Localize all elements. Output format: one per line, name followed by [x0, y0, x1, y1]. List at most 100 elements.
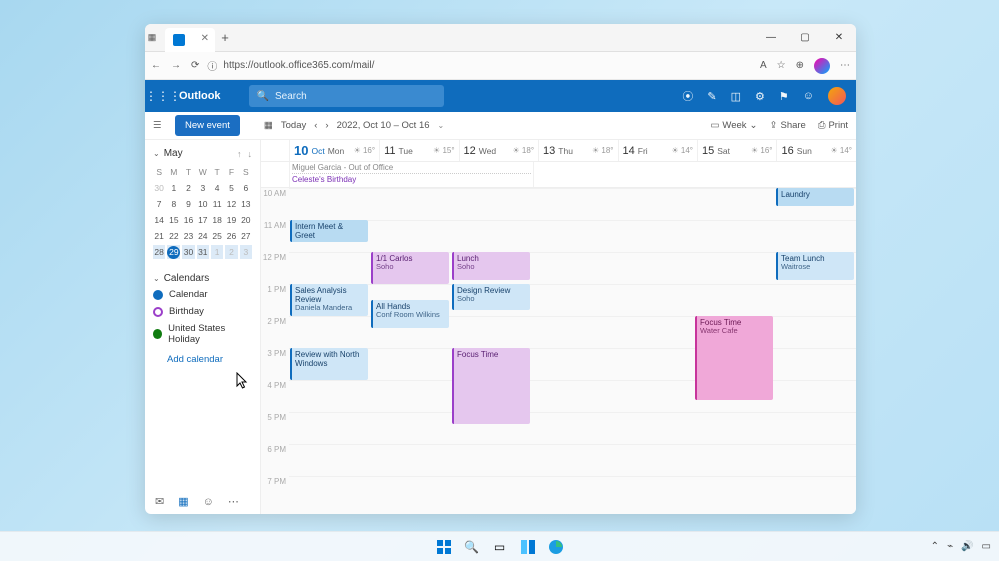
- mini-next-icon[interactable]: ↓: [248, 149, 253, 159]
- chevron-down-icon: ⌄: [153, 149, 160, 158]
- view-selector[interactable]: ▭ Week ⌄: [710, 120, 757, 131]
- meet-now-icon[interactable]: ⦿: [682, 88, 693, 104]
- chevron-down-icon[interactable]: ⌄: [438, 121, 445, 130]
- maximize-button[interactable]: ▢: [788, 24, 822, 52]
- sidebar: ⌄ May ↑ ↓ SMTWTFS30123456789101112131415…: [145, 140, 261, 514]
- brand-label: Outlook: [177, 90, 221, 102]
- calendar-list-item[interactable]: United States Holiday: [151, 320, 254, 348]
- settings-icon[interactable]: ⚙: [755, 90, 765, 103]
- taskbar: 🔍 ▭ ⌃ ⌁ 🔊 ▭: [0, 531, 999, 561]
- day-header[interactable]: 15Sat☀ 16°: [697, 140, 776, 161]
- prev-week-button[interactable]: ‹: [314, 120, 317, 131]
- tray-chevron-icon[interactable]: ⌃: [931, 541, 939, 552]
- mini-prev-icon[interactable]: ↑: [237, 149, 242, 159]
- close-window-button[interactable]: ✕: [822, 24, 856, 52]
- search-box[interactable]: 🔍 Search: [249, 85, 444, 107]
- help-icon[interactable]: ☺: [803, 90, 814, 102]
- day-header[interactable]: 12Wed☀ 18°: [459, 140, 538, 161]
- command-bar: ☰ New event ▦ Today ‹ › 2022, Oct 10 – O…: [145, 112, 856, 140]
- calendar-event[interactable]: Laundry: [776, 188, 854, 206]
- user-avatar[interactable]: [828, 87, 846, 105]
- url-text: https://outlook.office365.com/mail/: [223, 60, 374, 71]
- titlebar: ▦ ✕ + — ▢ ✕: [145, 24, 856, 52]
- battery-icon[interactable]: ▭: [982, 541, 991, 552]
- calendar-event[interactable]: LunchSoho: [452, 252, 530, 280]
- allday-event[interactable]: Celeste's Birthday: [292, 175, 531, 184]
- day-header[interactable]: 11Tue☀ 15°: [379, 140, 458, 161]
- browser-window: ▦ ✕ + — ▢ ✕ ← → ⟳ ⓘ https://outlook.offi…: [145, 24, 856, 514]
- system-tray[interactable]: ⌃ ⌁ 🔊 ▭: [931, 541, 991, 552]
- new-event-button[interactable]: New event: [175, 115, 240, 136]
- calendar-event[interactable]: Design ReviewSoho: [452, 284, 530, 310]
- search-icon: 🔍: [257, 91, 269, 102]
- chevron-down-icon: ⌄: [153, 274, 160, 283]
- mini-calendar[interactable]: SMTWTFS301234567891011121314151617181920…: [151, 163, 254, 261]
- mini-month-label: May: [164, 148, 183, 159]
- start-button[interactable]: [433, 536, 455, 558]
- allday-row: Miguel Garcia - Out of Office Celeste's …: [261, 162, 856, 188]
- today-button[interactable]: Today: [281, 120, 306, 131]
- calendar-event[interactable]: Sales Analysis ReviewDaniela Mandera: [290, 284, 368, 316]
- calendar-event[interactable]: Team LunchWaitrose: [776, 252, 854, 280]
- calendar-event[interactable]: Review with North Windows: [290, 348, 368, 380]
- read-aloud-icon[interactable]: A: [760, 60, 767, 71]
- collections-icon[interactable]: ⊕: [796, 60, 804, 71]
- calendar-event[interactable]: Intern Meet & Greet: [290, 220, 368, 242]
- site-info-icon[interactable]: ⓘ: [207, 58, 217, 73]
- app-launcher-icon[interactable]: ⋮⋮⋮: [145, 89, 177, 103]
- suite-header: ⋮⋮⋮ Outlook 🔍 Search ⦿ ✎ ◫ ⚙ ⚑ ☺: [145, 80, 856, 112]
- wifi-icon[interactable]: ⌁: [947, 541, 953, 552]
- day-header-row: 10OctMon☀ 16°11Tue☀ 15°12Wed☀ 18°13Thu☀ …: [261, 140, 856, 162]
- calendar-icon: ▦: [264, 120, 273, 131]
- calendar-event[interactable]: 1/1 CarlosSoho: [371, 252, 449, 284]
- calendars-header[interactable]: ⌄ Calendars: [151, 271, 254, 286]
- taskview-icon[interactable]: ▭: [489, 536, 511, 558]
- hamburger-icon[interactable]: ☰: [153, 120, 167, 131]
- mini-month-header[interactable]: ⌄ May ↑ ↓: [151, 146, 254, 163]
- search-taskbar-icon[interactable]: 🔍: [461, 536, 483, 558]
- outlook-favicon: [173, 34, 185, 46]
- time-grid[interactable]: 10 AM11 AM12 PM1 PM2 PM3 PM4 PM5 PM6 PM7…: [261, 188, 856, 514]
- day-icon[interactable]: ◫: [731, 90, 741, 103]
- calendar-event[interactable]: All HandsConf Room Wilkins: [371, 300, 449, 328]
- print-button[interactable]: ⎙ Print: [818, 120, 848, 131]
- notes-icon[interactable]: ✎: [707, 90, 716, 103]
- add-calendar-link[interactable]: Add calendar: [151, 348, 254, 365]
- back-button[interactable]: ←: [151, 60, 161, 71]
- favorite-icon[interactable]: ☆: [777, 60, 786, 71]
- day-header[interactable]: 13Thu☀ 18°: [538, 140, 617, 161]
- day-header[interactable]: 14Fri☀ 14°: [618, 140, 697, 161]
- browser-menu-icon[interactable]: ⋯: [840, 60, 850, 71]
- reload-button[interactable]: ⟳: [191, 60, 199, 71]
- forward-button[interactable]: →: [171, 60, 181, 71]
- edge-taskbar-icon[interactable]: [545, 536, 567, 558]
- date-range-label[interactable]: 2022, Oct 10 – Oct 16: [337, 120, 430, 131]
- day-header[interactable]: 10OctMon☀ 16°: [289, 140, 379, 161]
- calendar-grid: 10OctMon☀ 16°11Tue☀ 15°12Wed☀ 18°13Thu☀ …: [261, 140, 856, 514]
- minimize-button[interactable]: —: [754, 24, 788, 52]
- browser-tab[interactable]: ✕: [165, 28, 215, 52]
- calendar-list-item[interactable]: Birthday: [151, 303, 254, 320]
- new-tab-button[interactable]: +: [215, 30, 235, 45]
- calendar-module-icon[interactable]: ▦: [178, 495, 188, 508]
- close-tab-icon[interactable]: ✕: [201, 33, 209, 44]
- next-week-button[interactable]: ›: [325, 120, 328, 131]
- day-header[interactable]: 16Sun☀ 14°: [776, 140, 855, 161]
- mail-module-icon[interactable]: ✉: [155, 495, 164, 508]
- share-button[interactable]: ⇪ Share: [770, 120, 806, 131]
- calendar-event[interactable]: Focus TimeWater Cafe: [695, 316, 773, 400]
- calendar-list-item[interactable]: Calendar: [151, 286, 254, 303]
- people-module-icon[interactable]: ☺: [203, 496, 214, 508]
- allday-event[interactable]: Miguel Garcia - Out of Office: [292, 163, 531, 174]
- volume-icon[interactable]: 🔊: [961, 541, 973, 552]
- widgets-icon[interactable]: [517, 536, 539, 558]
- flag-icon[interactable]: ⚑: [779, 90, 789, 103]
- address-bar: ← → ⟳ ⓘ https://outlook.office365.com/ma…: [145, 52, 856, 80]
- calendar-event[interactable]: Focus Time: [452, 348, 530, 424]
- profile-avatar[interactable]: [814, 58, 830, 74]
- module-switcher: ✉ ▦ ☺ ⋯: [151, 489, 254, 514]
- more-modules-icon[interactable]: ⋯: [228, 495, 239, 508]
- url-field[interactable]: ⓘ https://outlook.office365.com/mail/: [207, 58, 752, 73]
- calendar-list: CalendarBirthdayUnited States Holiday: [151, 286, 254, 348]
- search-placeholder: Search: [275, 91, 307, 102]
